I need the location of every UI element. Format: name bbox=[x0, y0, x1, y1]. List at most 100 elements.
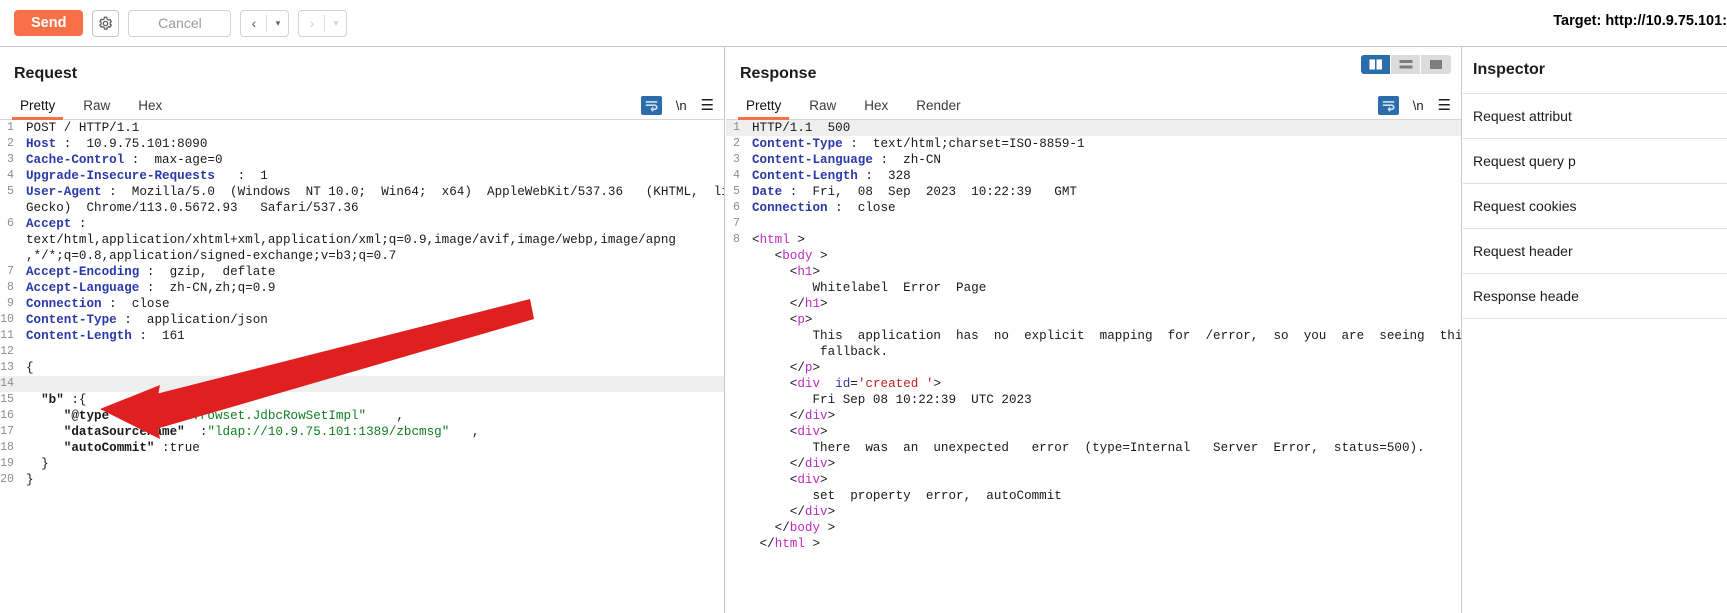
send-button[interactable]: Send bbox=[14, 10, 84, 36]
request-code-line-number: 3 bbox=[7, 153, 14, 166]
response-code-line-content: </div> bbox=[752, 409, 836, 423]
request-code-line-number: 18 bbox=[0, 441, 14, 454]
response-menu-button[interactable]: ☰ bbox=[1438, 98, 1451, 113]
tab-response-hex[interactable]: Hex bbox=[850, 98, 902, 119]
request-code-line-content: Content-Type : application/json bbox=[26, 313, 268, 327]
forward-dropdown-caret-icon[interactable]: ▾ bbox=[325, 11, 346, 36]
response-code-line: 3 Content-Language : zh-CN bbox=[726, 152, 1461, 168]
request-code-line-content: Gecko) Chrome/113.0.5672.93 Safari/537.3… bbox=[26, 201, 359, 215]
request-code-line-number: 20 bbox=[0, 473, 14, 486]
response-code-line: Whitelabel Error Page bbox=[726, 280, 1461, 296]
request-code-line-number: 15 bbox=[0, 393, 14, 406]
request-code-line: 12 bbox=[0, 344, 724, 360]
response-code-line: <div> bbox=[726, 424, 1461, 440]
request-menu-button[interactable]: ☰ bbox=[701, 98, 714, 113]
request-code-line-number: 1 bbox=[7, 121, 14, 134]
response-code-line-number: 7 bbox=[733, 217, 740, 230]
response-code-line: fallback. bbox=[726, 344, 1461, 360]
response-code-line: This application has no explicit mapping… bbox=[726, 328, 1461, 344]
layout-toggle-group bbox=[1361, 55, 1451, 74]
request-code-line-content: Content-Length : 161 bbox=[26, 329, 185, 343]
request-code-line: 1 POST / HTTP/1.1 bbox=[0, 120, 724, 136]
request-code-line-number: 7 bbox=[7, 265, 14, 278]
request-editor[interactable]: 1 POST / HTTP/1.1 2 Host : 10.9.75.101:8090… bbox=[0, 120, 724, 610]
response-code-line: <body > bbox=[726, 248, 1461, 264]
request-code-line-content bbox=[20, 376, 724, 392]
tab-request-hex[interactable]: Hex bbox=[124, 98, 176, 119]
request-code-line: 3 Cache-Control : max-age=0 bbox=[0, 152, 724, 168]
request-code-line-number: 8 bbox=[7, 281, 14, 294]
response-code-line-number: 3 bbox=[733, 153, 740, 166]
tab-response-render[interactable]: Render bbox=[902, 98, 974, 119]
gear-icon bbox=[99, 16, 113, 30]
split-horizontal-layout-button[interactable] bbox=[1391, 55, 1421, 74]
inspector-section-response-headers[interactable]: Response heade bbox=[1463, 274, 1727, 319]
request-code-line-content: ,*/*;q=0.8,application/signed-exchange;v… bbox=[26, 249, 397, 263]
response-code-line-content: Connection : close bbox=[752, 201, 896, 215]
request-code-line: 6 Accept : bbox=[0, 216, 724, 232]
request-code-line-content: } bbox=[26, 473, 34, 487]
request-code-line-content: User-Agent : Mozilla/5.0 (Windows NT 10.… bbox=[26, 185, 724, 199]
request-code-line: 14 bbox=[0, 376, 724, 392]
request-code-line: 16 "@type" :"com.sun.rowset.JdbcRowSetIm… bbox=[0, 408, 724, 424]
request-code-line-number: 13 bbox=[0, 361, 14, 374]
response-tab-tools: \n ☰ bbox=[1377, 96, 1451, 115]
response-code-line: 8 <html > bbox=[726, 232, 1461, 248]
inspector-section-request-cookies[interactable]: Request cookies bbox=[1463, 184, 1727, 229]
request-newline-button[interactable]: \n bbox=[676, 98, 687, 113]
inspector-section-request-query-params[interactable]: Request query p bbox=[1463, 139, 1727, 184]
single-pane-layout-button[interactable] bbox=[1421, 55, 1451, 74]
tab-response-raw[interactable]: Raw bbox=[795, 98, 850, 119]
request-tab-tools: \n ☰ bbox=[640, 96, 714, 115]
settings-gear-button[interactable] bbox=[92, 9, 120, 37]
response-code-line: </html > bbox=[726, 536, 1461, 552]
cancel-button[interactable]: Cancel bbox=[128, 9, 232, 37]
response-tabbar: Pretty Raw Hex Render \n ☰ bbox=[726, 92, 1461, 120]
request-code-line-number: 4 bbox=[7, 169, 14, 182]
response-code-line: <p> bbox=[726, 312, 1461, 328]
response-code-line-content: Date : Fri, 08 Sep 2023 10:22:39 GMT bbox=[752, 185, 1077, 199]
back-nav-group[interactable]: ‹ ▾ bbox=[240, 9, 290, 37]
response-word-wrap-button[interactable] bbox=[1377, 96, 1399, 115]
inspector-section-request-attributes[interactable]: Request attribut bbox=[1463, 94, 1727, 139]
request-tabbar: Pretty Raw Hex \n ☰ bbox=[0, 92, 724, 120]
hamburger-menu-icon: ☰ bbox=[1437, 97, 1451, 114]
request-code-line: 4 Upgrade-Insecure-Requests : 1 bbox=[0, 168, 724, 184]
request-word-wrap-button[interactable] bbox=[640, 96, 662, 115]
response-code-line: </h1> bbox=[726, 296, 1461, 312]
back-dropdown-caret-icon[interactable]: ▾ bbox=[267, 11, 288, 36]
forward-nav-group[interactable]: › ▾ bbox=[298, 9, 348, 37]
response-code-line: 4 Content-Length : 328 bbox=[726, 168, 1461, 184]
response-code-line-content: This application has no explicit mapping… bbox=[752, 329, 1461, 343]
response-code-line-number: 6 bbox=[733, 201, 740, 214]
request-code-line-number: 9 bbox=[7, 297, 14, 310]
inspector-title: Inspector bbox=[1463, 47, 1727, 94]
response-code-line-content: </p> bbox=[752, 361, 821, 375]
response-code-line-number: 5 bbox=[733, 185, 740, 198]
request-code-line-content: Host : 10.9.75.101:8090 bbox=[26, 137, 208, 151]
response-code-line: 5 Date : Fri, 08 Sep 2023 10:22:39 GMT bbox=[726, 184, 1461, 200]
back-arrow-icon[interactable]: ‹ bbox=[241, 11, 266, 36]
response-code-line-content: Content-Language : zh-CN bbox=[752, 153, 941, 167]
request-code-line-number: 11 bbox=[0, 329, 14, 342]
newline-icon: \n bbox=[675, 98, 687, 113]
burp-repeater-window: Send Cancel ‹ ▾ › ▾ Target: http://10.9.… bbox=[0, 0, 1727, 613]
response-newline-button[interactable]: \n bbox=[1413, 98, 1424, 113]
forward-arrow-icon[interactable]: › bbox=[299, 11, 324, 36]
response-code-line: </div> bbox=[726, 504, 1461, 520]
tab-request-pretty[interactable]: Pretty bbox=[6, 98, 69, 120]
request-code-line: 7 Accept-Encoding : gzip, deflate bbox=[0, 264, 724, 280]
response-editor[interactable]: 1 HTTP/1.1 500 2 Content-Type : text/html;c… bbox=[726, 120, 1461, 610]
inspector-section-request-headers[interactable]: Request header bbox=[1463, 229, 1727, 274]
request-code-line: text/html,application/xhtml+xml,applicat… bbox=[0, 232, 724, 248]
split-vertical-layout-button[interactable] bbox=[1361, 55, 1391, 74]
response-title: Response bbox=[740, 65, 817, 82]
request-code-line: 5 User-Agent : Mozilla/5.0 (Windows NT 10… bbox=[0, 184, 724, 200]
response-code-line-content: <div id='created '> bbox=[752, 377, 941, 391]
tab-request-raw[interactable]: Raw bbox=[69, 98, 124, 119]
response-code-line-content: fallback. bbox=[752, 345, 889, 359]
tab-response-pretty[interactable]: Pretty bbox=[732, 98, 795, 120]
response-code-line: 1 HTTP/1.1 500 bbox=[726, 120, 1461, 136]
top-toolbar: Send Cancel ‹ ▾ › ▾ Target: http://10.9.… bbox=[0, 0, 1727, 47]
response-code-line-content: Content-Length : 328 bbox=[752, 169, 911, 183]
